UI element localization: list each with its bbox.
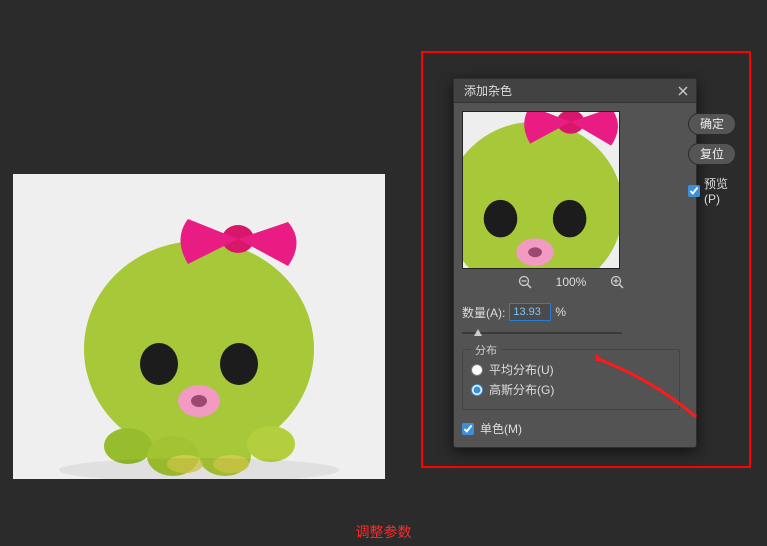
gaussian-label: 高斯分布(G) [489, 381, 554, 398]
preview-checkbox[interactable] [688, 185, 700, 197]
monochrome-label: 单色(M) [480, 420, 522, 437]
reset-button[interactable]: 复位 [688, 143, 736, 165]
preview-label: 预览(P) [704, 175, 736, 206]
add-noise-dialog: 添加杂色 [453, 78, 697, 448]
preview-image [462, 111, 620, 269]
amount-label: 数量(A): [462, 304, 505, 321]
zoom-out-icon[interactable] [518, 275, 532, 289]
amount-slider[interactable] [462, 327, 622, 339]
zoom-level: 100% [556, 275, 587, 289]
gaussian-radio[interactable] [471, 384, 483, 396]
zoom-in-icon[interactable] [610, 275, 624, 289]
gaussian-radio-row[interactable]: 高斯分布(G) [471, 381, 671, 398]
uniform-radio-row[interactable]: 平均分布(U) [471, 361, 671, 378]
ok-button[interactable]: 确定 [688, 113, 736, 135]
close-icon[interactable] [676, 84, 690, 98]
distribution-legend: 分布 [471, 342, 501, 358]
canvas-image [13, 174, 385, 479]
monochrome-checkbox[interactable] [462, 423, 474, 435]
amount-suffix: % [555, 305, 566, 319]
uniform-label: 平均分布(U) [489, 361, 554, 378]
distribution-group: 分布 平均分布(U) 高斯分布(G) [462, 349, 680, 410]
uniform-radio[interactable] [471, 364, 483, 376]
slider-thumb[interactable] [474, 329, 482, 336]
document-canvas [13, 174, 385, 479]
monochrome-row[interactable]: 单色(M) [462, 420, 680, 437]
dialog-titlebar: 添加杂色 [454, 79, 696, 103]
dialog-title-text: 添加杂色 [464, 82, 512, 99]
caption-text: 调整参数 [0, 522, 767, 542]
preview-check-row[interactable]: 预览(P) [688, 175, 736, 206]
amount-input[interactable] [509, 303, 551, 321]
